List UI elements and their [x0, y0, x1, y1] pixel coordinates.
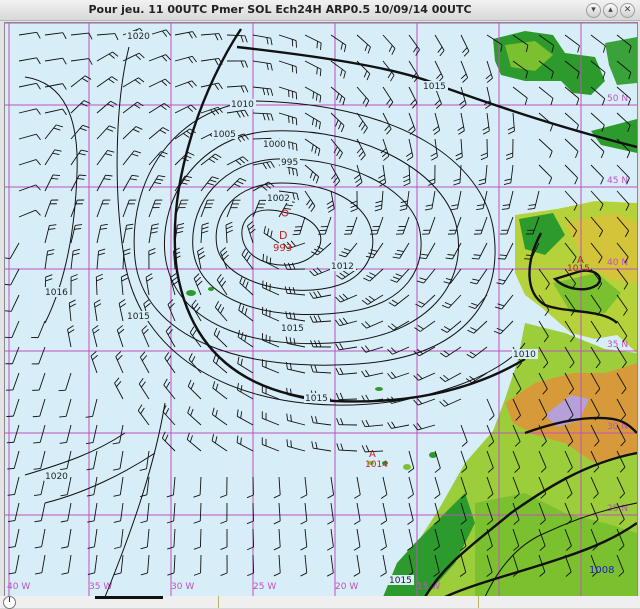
other-value: 1008 — [589, 565, 614, 576]
high-letter-2: A — [369, 449, 376, 460]
isobar-label: 1005 — [213, 130, 236, 140]
isobar-label: 1010 — [231, 100, 254, 110]
isobar-label: 1000 — [263, 140, 286, 150]
refresh-icon[interactable] — [3, 596, 16, 609]
isobar-label: 1015 — [389, 576, 412, 586]
weather-map-canvas: 40 W35 W30 W25 W20 W15 W50 N45 N40 N35 N… — [5, 23, 637, 597]
low-center-value: 993 — [273, 243, 292, 254]
map-window: Pour jeu. 11 00UTC Pmer SOL Ech24H ARP0.… — [0, 0, 640, 608]
isobar-label: 1020 — [45, 472, 68, 482]
maximize-button[interactable]: ▴ — [603, 3, 618, 18]
isobar-label: 1010 — [513, 350, 536, 360]
isobar-label: 1012 — [331, 262, 354, 272]
isobar-label: 1015 — [423, 82, 446, 92]
window-title: Pour jeu. 11 00UTC Pmer SOL Ech24H ARP0.… — [0, 3, 560, 16]
title-bar: Pour jeu. 11 00UTC Pmer SOL Ech24H ARP0.… — [0, 0, 640, 21]
latitude-label: 50 N — [607, 94, 628, 104]
weather-map[interactable]: 40 W35 W30 W25 W20 W15 W50 N45 N40 N35 N… — [4, 22, 638, 598]
latitude-label: 45 N — [607, 176, 628, 186]
isobar-label: 1015 — [305, 394, 328, 404]
minimize-button[interactable]: ▾ — [586, 3, 601, 18]
status-tick — [218, 596, 219, 608]
longitude-label: 30 W — [171, 582, 194, 592]
isobar-label: 1016 — [45, 288, 68, 298]
legend-line — [95, 596, 163, 599]
high-value-2: 1014 — [365, 460, 388, 470]
longitude-label: 20 W — [335, 582, 358, 592]
high-value-1: 1015 — [567, 264, 590, 274]
isobar-label: 995 — [281, 158, 298, 168]
isobar-label: 1015 — [127, 312, 150, 322]
isobar-label: 1020 — [127, 32, 150, 42]
low-center-letter: D — [279, 229, 287, 242]
status-tick — [478, 596, 479, 608]
isobar-label: 1015 — [281, 324, 304, 334]
longitude-label: 40 W — [7, 582, 30, 592]
longitude-label: 25 W — [253, 582, 276, 592]
isobar-label: 1002 — [267, 194, 290, 204]
close-button[interactable]: ✕ — [620, 3, 635, 18]
